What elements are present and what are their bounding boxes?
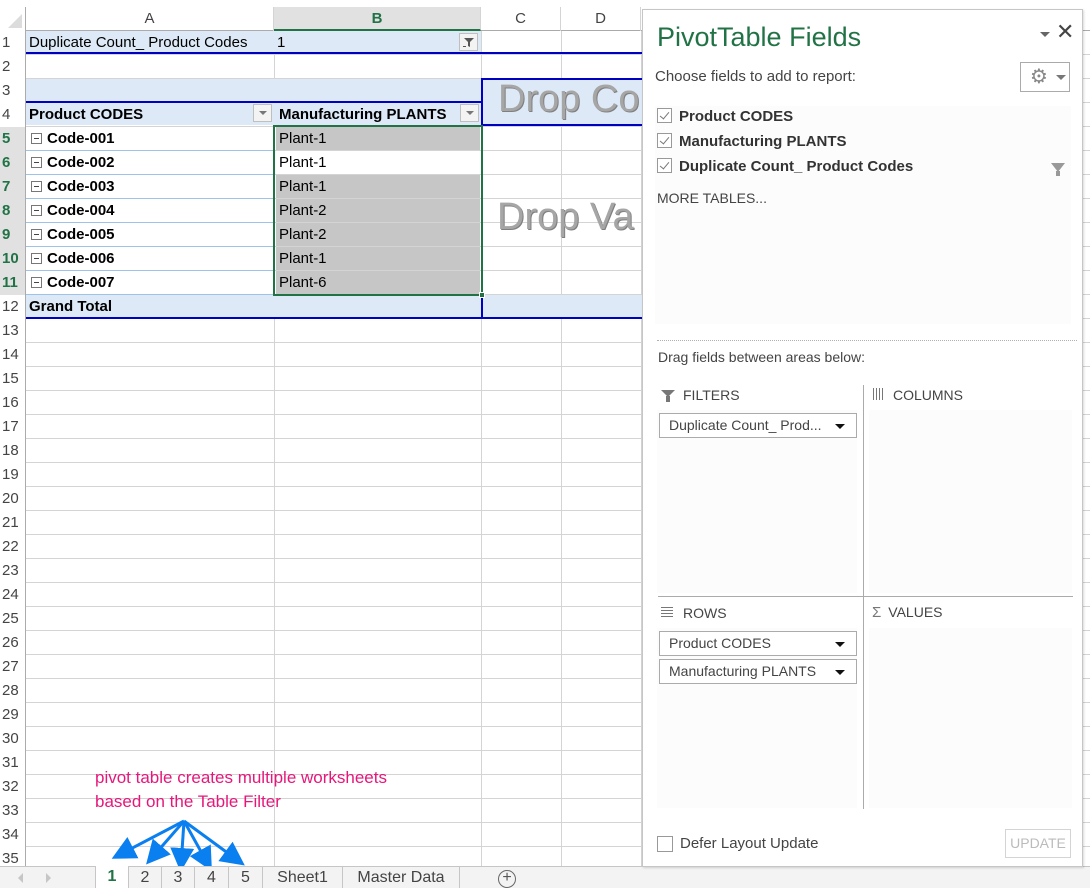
chevron-down-icon [1056,75,1066,80]
field-item-product-codes[interactable]: Product CODES [657,106,793,128]
more-tables-link[interactable]: MORE TABLES... [657,190,767,206]
drag-fields-label: Drag fields between areas below: [658,349,866,365]
arrow-to-tab-1 [111,819,185,859]
pill-label: Product CODES [669,635,771,651]
sheet-tab-master-data[interactable]: Master Data [343,867,460,888]
sheet-tab-3[interactable]: 3 [162,867,195,888]
sheet-tab-bar: 1 2 3 4 5 Sheet1 Master Data + [0,866,1090,888]
add-sheet-button[interactable]: + [498,870,516,888]
chevron-down-icon [835,642,845,647]
rows-area-header: ROWS [661,605,727,621]
scroll-tabs-right-icon[interactable] [46,873,51,883]
chevron-down-icon [835,424,845,429]
field-checkbox[interactable] [657,108,672,124]
field-label: Duplicate Count_ Product Codes [679,158,914,175]
field-checkbox[interactable] [657,133,672,149]
sheet-tab-sheet1[interactable]: Sheet1 [263,867,343,888]
field-item-duplicate-count[interactable]: Duplicate Count_ Product Codes [657,156,913,178]
field-filter-icon[interactable] [1051,163,1065,176]
filters-area-label: FILTERS [683,387,740,403]
values-area-header: Σ VALUES [872,604,943,621]
filters-field-pill[interactable]: Duplicate Count_ Prod... [659,413,857,438]
columns-area-header: COLUMNS [873,387,963,403]
values-area-label: VALUES [888,604,943,620]
arrow-to-tab-4 [182,820,212,866]
field-checkbox[interactable] [657,158,672,174]
sheet-tab-1[interactable]: 1 [95,866,129,888]
field-label: Product CODES [679,108,794,125]
annotation-arrows [111,819,245,866]
areas-horizontal-divider [658,596,1073,597]
pane-title: PivotTable Fields [657,22,862,52]
rows-field-pill-product-codes[interactable]: Product CODES [659,631,857,656]
columns-icon [873,388,883,401]
pivottable-fields-pane: PivotTable Fields ✕ Choose fields to add… [642,9,1083,867]
chevron-down-icon [835,670,845,675]
divider [657,340,1077,341]
gear-icon: ⚙ [1030,66,1048,88]
defer-layout-update-label: Defer Layout Update [680,835,819,852]
field-list: Product CODES Manufacturing PLANTS Dupli… [655,106,1071,324]
filter-icon [661,389,675,402]
rows-field-pill-manufacturing-plants[interactable]: Manufacturing PLANTS [659,659,857,684]
sheet-tab-5[interactable]: 5 [229,867,263,888]
values-drop-area[interactable] [869,628,1072,808]
pill-label: Manufacturing PLANTS [669,663,817,679]
rows-area-label: ROWS [683,605,727,621]
defer-layout-update-checkbox[interactable] [657,836,673,852]
rows-icon [661,607,673,618]
pill-label: Duplicate Count_ Prod... [669,417,822,433]
arrow-to-tab-3 [170,820,195,866]
arrow-to-tab-2 [146,820,186,865]
field-label: Manufacturing PLANTS [679,133,847,150]
columns-area-label: COLUMNS [893,387,964,403]
columns-drop-area[interactable] [869,410,1072,593]
filters-area-header: FILTERS [661,387,740,403]
field-item-manufacturing-plants[interactable]: Manufacturing PLANTS [657,131,847,153]
sheet-tab-2[interactable]: 2 [129,867,162,888]
scroll-tabs-left-icon[interactable] [18,873,23,883]
areas-vertical-divider [863,385,864,809]
arrow-to-tab-5 [183,819,245,866]
sigma-icon: Σ [872,604,882,621]
pane-options-dropdown-icon[interactable] [1040,32,1050,37]
field-list-settings-button[interactable]: ⚙ [1020,62,1070,92]
sheet-tab-4[interactable]: 4 [195,867,229,888]
close-pane-button[interactable]: ✕ [1056,20,1074,44]
update-button[interactable]: UPDATE [1005,829,1071,858]
choose-fields-label: Choose fields to add to report: [655,68,856,85]
